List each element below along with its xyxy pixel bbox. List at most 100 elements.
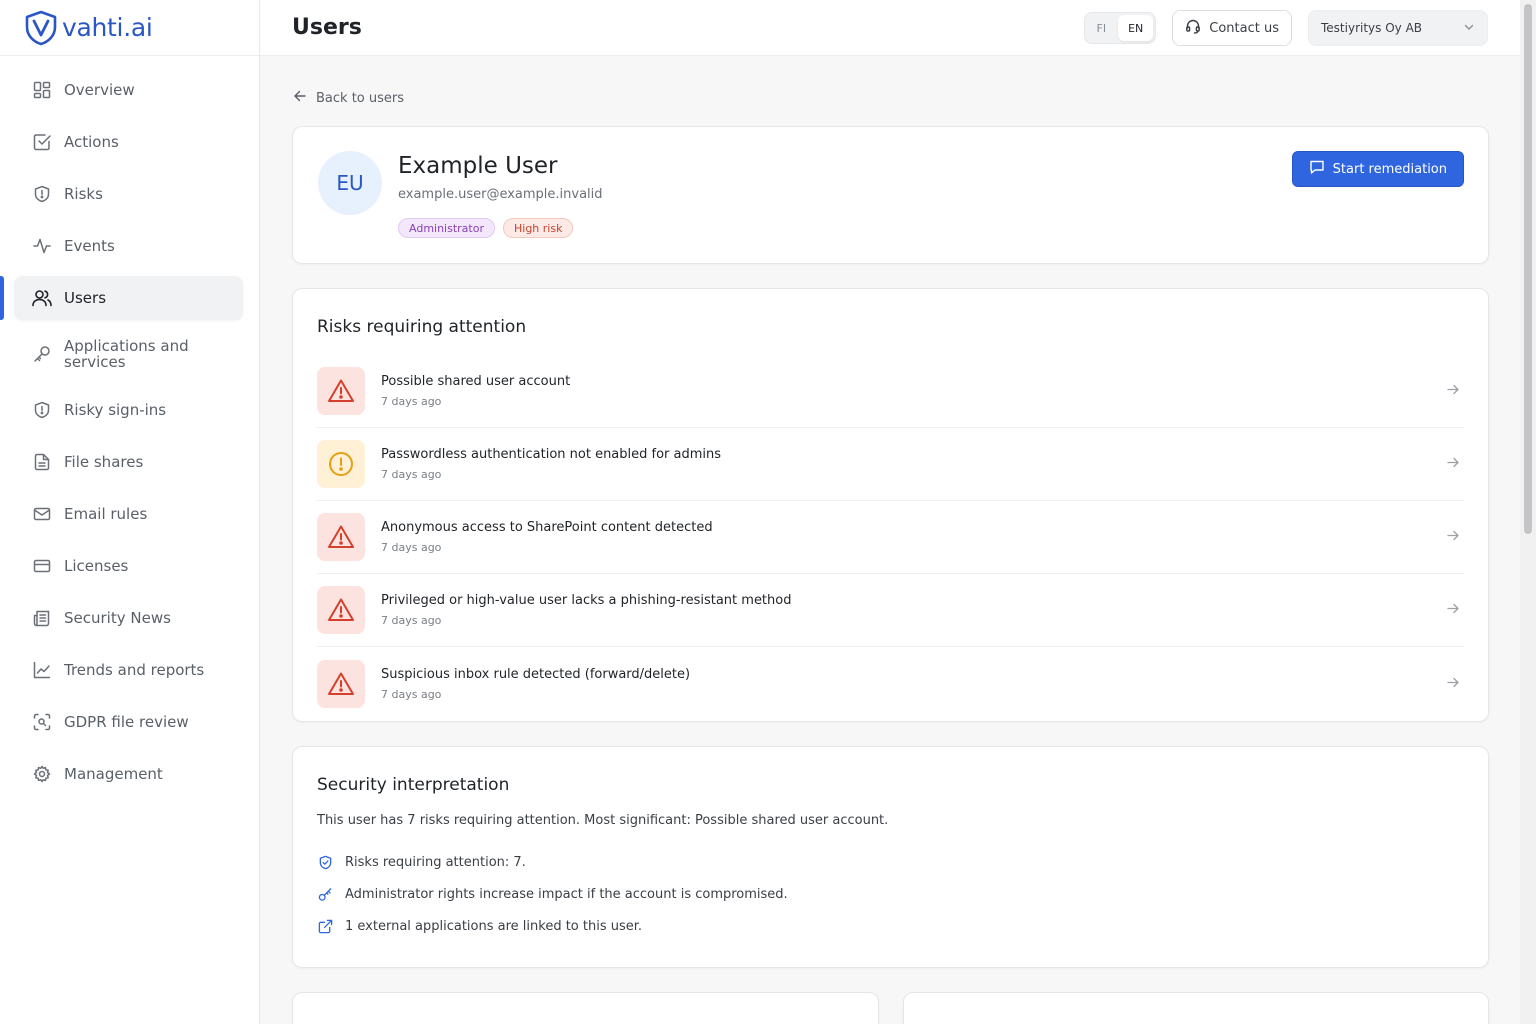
sidebar: vahti.ai Overview Actions Risks Events U… xyxy=(0,0,260,1024)
list-item: 1 external applications are linked to th… xyxy=(317,910,1464,942)
risk-title: Passwordless authentication not enabled … xyxy=(381,447,722,462)
sidebar-item-label: Trends and reports xyxy=(64,661,205,679)
sidebar-item-label: Actions xyxy=(64,133,119,151)
arrow-right-icon[interactable] xyxy=(1446,382,1460,401)
sidebar-item-events[interactable]: Events xyxy=(14,224,243,268)
sidebar-nav: Overview Actions Risks Events Users Appl… xyxy=(0,56,259,796)
risk-time: 7 days ago xyxy=(381,614,442,627)
risk-title: Anonymous access to SharePoint content d… xyxy=(381,520,713,535)
arrow-right-icon[interactable] xyxy=(1446,601,1460,620)
check-square-icon xyxy=(32,132,52,152)
top-header: Users FI EN Contact us Testiyritys Oy AB xyxy=(260,0,1520,56)
lang-en-button[interactable]: EN xyxy=(1118,15,1154,41)
newspaper-icon xyxy=(32,608,52,628)
risks-card: Risks requiring attention Possible share… xyxy=(292,288,1489,722)
sidebar-item-trends[interactable]: Trends and reports xyxy=(14,648,243,692)
risk-title: Possible shared user account xyxy=(381,374,571,389)
microsoft-sign-ins-card xyxy=(902,992,1489,1024)
sidebar-item-file-shares[interactable]: File shares xyxy=(14,440,243,484)
bottom-cards xyxy=(292,992,1489,1024)
sidebar-item-actions[interactable]: Actions xyxy=(14,120,243,164)
user-profile-card: EU Example User example.user@example.inv… xyxy=(292,126,1489,264)
organization-name: Testiyritys Oy AB xyxy=(1321,21,1423,35)
risk-time: 7 days ago xyxy=(381,468,442,481)
sidebar-item-label: Risky sign-ins xyxy=(64,401,167,419)
sidebar-item-label: Management xyxy=(64,765,163,783)
chart-line-icon xyxy=(32,660,52,680)
interpretation-list: Risks requiring attention: 7. Administra… xyxy=(317,846,1464,942)
sidebar-item-gdpr[interactable]: GDPR file review xyxy=(14,700,243,744)
main-content: Back to users EU Example User example.us… xyxy=(292,56,1489,1024)
sidebar-item-overview[interactable]: Overview xyxy=(14,68,243,112)
header-controls: FI EN Contact us Testiyritys Oy AB xyxy=(1083,10,1488,46)
sidebar-item-label: File shares xyxy=(64,453,144,471)
risk-item[interactable]: Privileged or high-value user lacks a ph… xyxy=(317,574,1464,647)
sidebar-item-label: Users xyxy=(64,289,107,307)
risk-item[interactable]: Passwordless authentication not enabled … xyxy=(317,428,1464,501)
shield-check-icon xyxy=(317,854,333,870)
risk-item[interactable]: Possible shared user account 7 days ago xyxy=(317,355,1464,428)
high-risk-badge: High risk xyxy=(503,218,574,238)
risk-title: Privileged or high-value user lacks a ph… xyxy=(381,593,792,608)
list-item: Administrator rights increase impact if … xyxy=(317,878,1464,910)
warning-triangle-icon xyxy=(317,367,365,415)
arrow-right-icon[interactable] xyxy=(1446,528,1460,547)
logo[interactable]: vahti.ai xyxy=(0,0,259,56)
sidebar-item-management[interactable]: Management xyxy=(14,752,243,796)
shield-alert-icon xyxy=(32,184,52,204)
sidebar-item-users[interactable]: Users xyxy=(0,276,243,320)
risk-time: 7 days ago xyxy=(381,395,442,408)
user-email: example.user@example.invalid xyxy=(398,187,603,202)
sidebar-item-label: Email rules xyxy=(64,505,148,523)
sidebar-item-label: Applications and services xyxy=(64,337,189,371)
vahti-shield-icon xyxy=(25,10,57,45)
administrator-badge: Administrator xyxy=(398,218,495,238)
security-interpretation-card: Security interpretation This user has 7 … xyxy=(292,746,1489,968)
applications-card xyxy=(292,992,879,1024)
risk-title: Suspicious inbox rule detected (forward/… xyxy=(381,666,691,682)
arrow-right-icon[interactable] xyxy=(1446,674,1460,693)
credit-card-icon xyxy=(32,556,52,576)
organization-select[interactable]: Testiyritys Oy AB xyxy=(1308,10,1488,46)
lang-fi-button[interactable]: FI xyxy=(1087,15,1117,41)
sidebar-item-security-news[interactable]: Security News xyxy=(14,596,243,640)
risk-time: 7 days ago xyxy=(381,541,442,554)
risks-title: Risks requiring attention xyxy=(317,317,527,337)
back-label: Back to users xyxy=(316,90,405,106)
contact-us-button[interactable]: Contact us xyxy=(1172,10,1292,46)
page-title: Users xyxy=(292,15,362,40)
sidebar-item-email-rules[interactable]: Email rules xyxy=(14,492,243,536)
sidebar-item-risky-sign-ins[interactable]: Risky sign-ins xyxy=(14,388,243,432)
grid-icon xyxy=(32,80,52,100)
start-remediation-button[interactable]: Start remediation xyxy=(1291,151,1464,187)
external-link-icon xyxy=(317,918,333,934)
chevron-down-icon xyxy=(1463,21,1475,36)
risk-item[interactable]: Anonymous access to SharePoint content d… xyxy=(317,501,1464,574)
activity-icon xyxy=(32,236,52,256)
sidebar-item-licenses[interactable]: Licenses xyxy=(14,544,243,588)
interpretation-text: Risks requiring attention: 7. xyxy=(345,854,526,870)
avatar: EU xyxy=(318,151,382,215)
mail-icon xyxy=(32,504,52,524)
warning-triangle-icon xyxy=(317,659,365,708)
language-switch: FI EN xyxy=(1083,12,1157,44)
arrow-right-icon[interactable] xyxy=(1446,455,1460,474)
warning-triangle-icon xyxy=(317,513,365,561)
back-to-users-link[interactable]: Back to users xyxy=(292,88,1489,108)
key-icon xyxy=(32,344,52,364)
start-remediation-label: Start remediation xyxy=(1332,161,1447,177)
risk-item[interactable]: Suspicious inbox rule detected (forward/… xyxy=(317,647,1464,720)
sidebar-item-label: GDPR file review xyxy=(64,713,189,731)
scrollbar-thumb[interactable] xyxy=(1524,4,1532,534)
risk-time: 7 days ago xyxy=(381,687,442,701)
sidebar-item-label: Licenses xyxy=(64,557,129,575)
sidebar-item-label: Events xyxy=(64,237,115,255)
sidebar-item-risks[interactable]: Risks xyxy=(14,172,243,216)
logo-text: vahti.ai xyxy=(62,13,153,42)
page-scrollbar[interactable] xyxy=(1520,0,1536,1024)
sidebar-item-applications[interactable]: Applications and services xyxy=(14,328,243,380)
contact-us-label: Contact us xyxy=(1209,20,1279,36)
message-square-icon xyxy=(1309,159,1325,179)
file-icon xyxy=(32,452,52,472)
user-badges: Administrator High risk xyxy=(398,218,574,238)
